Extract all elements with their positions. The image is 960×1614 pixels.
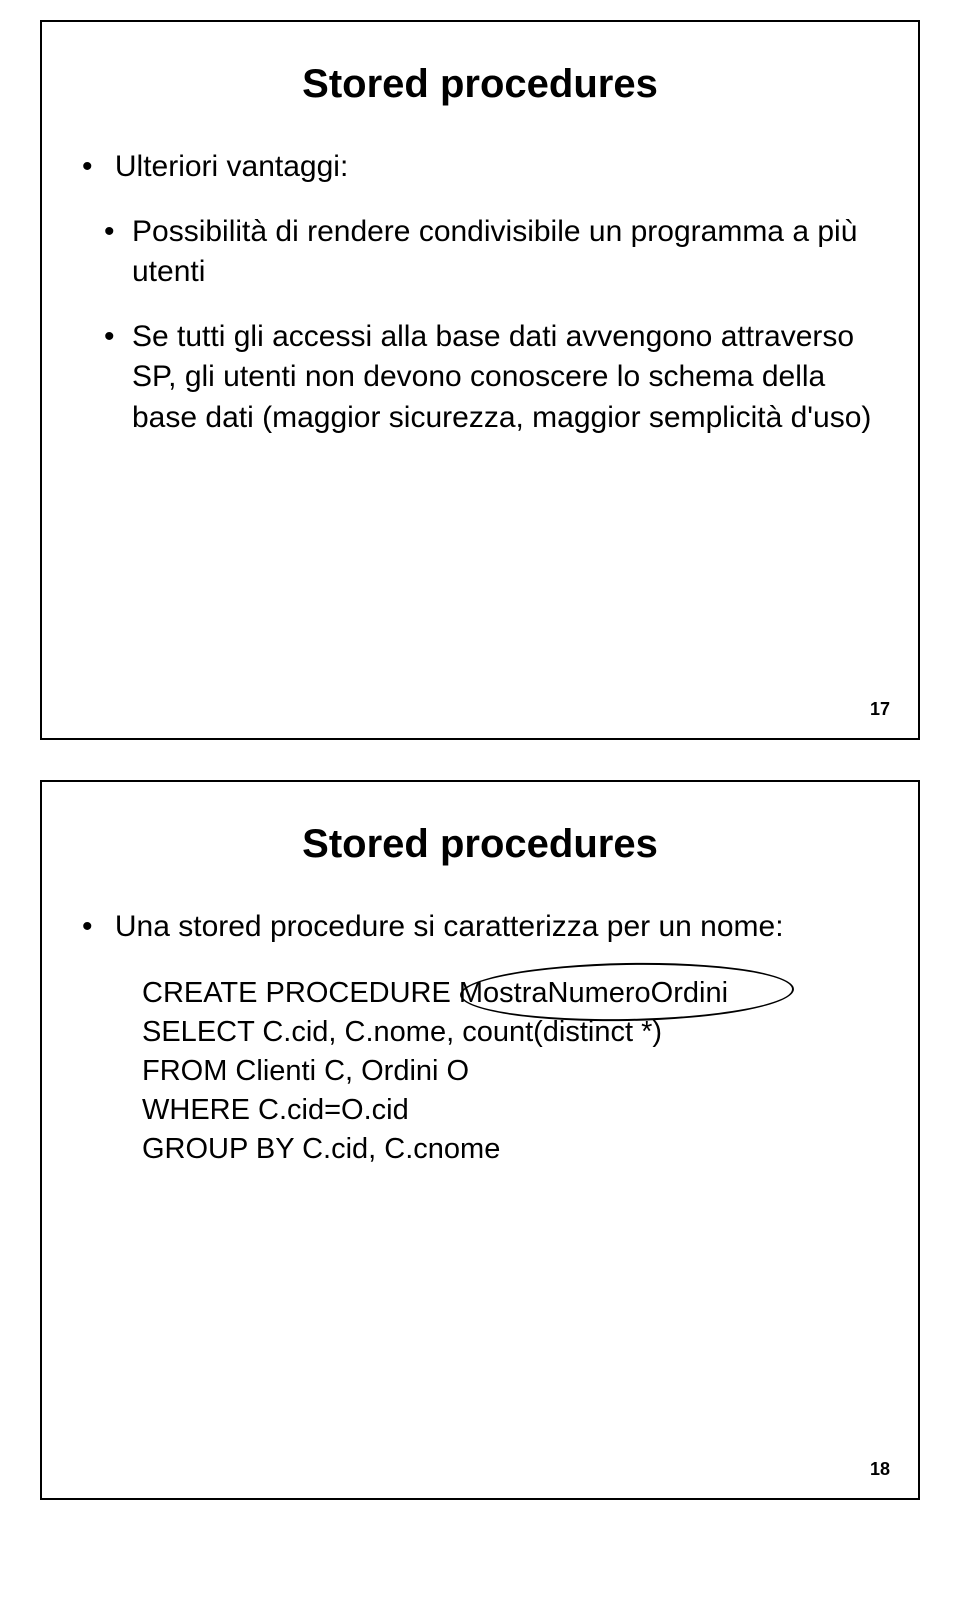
page-number: 17: [870, 699, 890, 720]
bullet-item: Ulteriori vantaggi: Possibilità di rende…: [82, 147, 878, 438]
bullet-list: Ulteriori vantaggi: Possibilità di rende…: [82, 147, 878, 438]
code-line: GROUP BY C.cid, C.cnome: [142, 1130, 878, 1169]
sub-bullet-item: Possibilità di rendere condivisibile un …: [132, 212, 878, 293]
slide-title: Stored procedures: [82, 822, 878, 867]
bullet-list: Una stored procedure si caratterizza per…: [82, 907, 878, 948]
bullet-text: Una stored procedure si caratterizza per…: [115, 910, 784, 943]
code-line: CREATE PROCEDURE MostraNumeroOrdini: [142, 974, 878, 1013]
code-line: WHERE C.cid=O.cid: [142, 1091, 878, 1130]
sub-bullet-list: Possibilità di rendere condivisibile un …: [82, 212, 878, 439]
slide-title: Stored procedures: [82, 62, 878, 107]
code-line: FROM Clienti C, Ordini O: [142, 1052, 878, 1091]
bullet-text: Ulteriori vantaggi:: [115, 150, 348, 183]
sub-bullet-item: Se tutti gli accessi alla base dati avve…: [132, 317, 878, 439]
code-block: CREATE PROCEDURE MostraNumeroOrdini SELE…: [142, 974, 878, 1170]
slide-17: Stored procedures Ulteriori vantaggi: Po…: [40, 20, 920, 740]
bullet-item: Una stored procedure si caratterizza per…: [82, 907, 878, 948]
slide-18: Stored procedures Una stored procedure s…: [40, 780, 920, 1500]
code-line: SELECT C.cid, C.nome, count(distinct *): [142, 1013, 878, 1052]
page-number: 18: [870, 1459, 890, 1480]
